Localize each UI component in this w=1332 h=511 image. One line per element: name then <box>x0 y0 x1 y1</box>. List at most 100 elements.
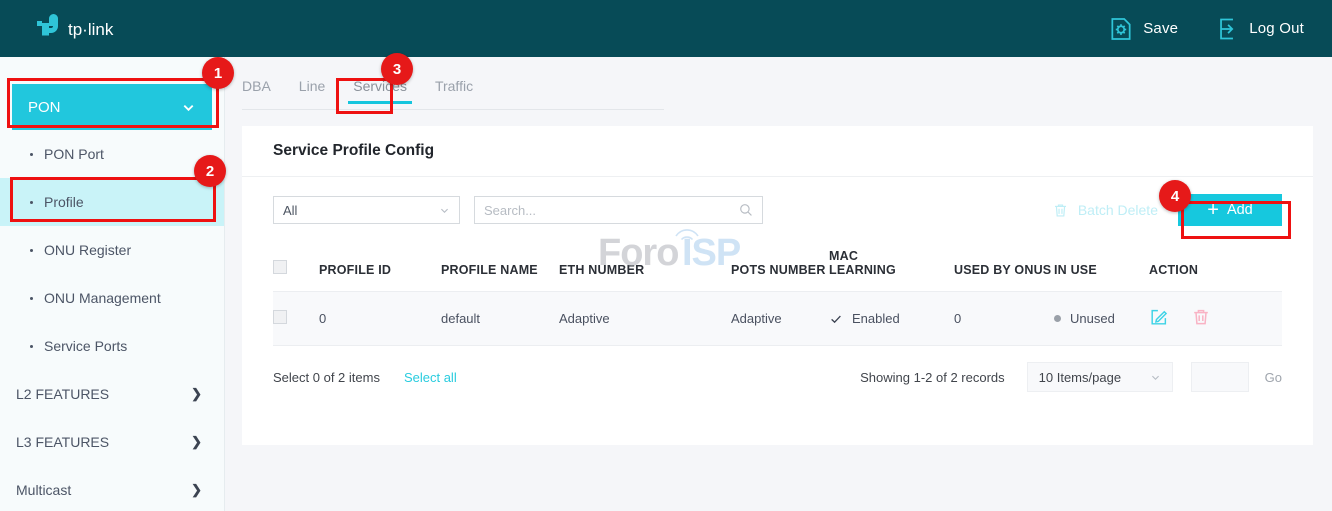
edit-pencil-icon <box>1149 307 1169 327</box>
bullet-icon <box>30 201 33 204</box>
search-box[interactable] <box>474 196 763 224</box>
select-all-header <box>273 243 319 292</box>
sidebar-item-onu-management[interactable]: ONU Management <box>0 274 224 322</box>
page-size-value: 10 Items/page <box>1039 370 1150 385</box>
tab-dba[interactable]: DBA <box>242 78 271 103</box>
col-profile-name: PROFILE NAME <box>441 243 559 292</box>
mac-learning-value: Enabled <box>852 311 900 326</box>
select-all-link[interactable]: Select all <box>404 370 457 385</box>
table-header-row: PROFILE ID PROFILE NAME ETH NUMBER POTS … <box>273 243 1282 292</box>
tplink-logo-icon: tp·link <box>32 14 142 44</box>
cell-pots-number: Adaptive <box>731 292 829 346</box>
col-pots-number: POTS NUMBER <box>731 243 829 292</box>
go-button[interactable]: Go <box>1265 370 1282 385</box>
row-select-cell <box>273 292 319 346</box>
logout-button[interactable]: Log Out <box>1214 16 1304 42</box>
check-icon <box>829 312 843 326</box>
chevron-down-icon <box>439 205 450 216</box>
bullet-icon <box>30 249 33 252</box>
search-icon <box>739 203 753 217</box>
selection-count: Select 0 of 2 items <box>273 370 380 385</box>
trash-icon <box>1191 307 1211 327</box>
col-in-use: IN USE <box>1054 243 1149 292</box>
header-actions: Save Log Out <box>1072 16 1304 42</box>
sidebar-item-pon-port[interactable]: PON Port <box>0 130 224 178</box>
save-gear-document-icon <box>1108 16 1134 42</box>
top-header-bar: tp·link tp-link Save Log Out <box>0 0 1332 57</box>
trash-icon <box>1052 202 1069 219</box>
sidebar-item-label: Profile <box>44 194 84 210</box>
add-button-label: Add <box>1227 202 1253 218</box>
edit-button[interactable] <box>1149 307 1169 330</box>
table-row: 0 default Adaptive Adaptive Enabled 0 <box>273 292 1282 346</box>
sidebar-group-multicast[interactable]: Multicast ❯ <box>0 466 224 511</box>
sidebar-item-label: ONU Register <box>44 242 131 258</box>
cell-profile-name: default <box>441 292 559 346</box>
status-badge: Unused <box>1070 311 1115 326</box>
chevron-right-icon: ❯ <box>191 386 202 402</box>
sidebar-group-label: L3 FEATURES <box>16 434 109 450</box>
chevron-right-icon: ❯ <box>191 482 202 498</box>
add-button[interactable]: + Add <box>1178 194 1282 226</box>
cell-used-by-onus: 0 <box>954 292 1054 346</box>
sidebar-item-profile[interactable]: Profile <box>0 178 224 226</box>
page-title: Service Profile Config <box>242 126 1313 177</box>
tplink-logo[interactable]: tp·link tp-link <box>32 14 142 44</box>
sidebar-group-pon-label: PON <box>28 99 181 116</box>
filter-select-value: All <box>283 203 439 218</box>
status-dot-icon <box>1054 315 1061 322</box>
sidebar-group-l2-features[interactable]: L2 FEATURES ❯ <box>0 370 224 418</box>
page-root: tp·link tp-link Save Log Out <box>0 0 1332 511</box>
filter-select[interactable]: All <box>273 196 460 224</box>
cell-in-use: Unused <box>1054 292 1149 346</box>
cell-action <box>1149 292 1282 346</box>
tab-line[interactable]: Line <box>299 78 325 103</box>
cell-eth-number: Adaptive <box>559 292 731 346</box>
col-action: ACTION <box>1149 243 1282 292</box>
sidebar-group-l3-features[interactable]: L3 FEATURES ❯ <box>0 418 224 466</box>
page-size-select[interactable]: 10 Items/page <box>1027 362 1173 392</box>
table-footer: Select 0 of 2 items Select all Showing 1… <box>242 346 1313 392</box>
sidebar-item-label: Service Ports <box>44 338 127 354</box>
delete-button[interactable] <box>1191 307 1211 330</box>
svg-text:tp·link: tp·link <box>68 20 114 39</box>
service-profile-table: PROFILE ID PROFILE NAME ETH NUMBER POTS … <box>273 243 1282 346</box>
bullet-icon <box>30 345 33 348</box>
search-input[interactable] <box>484 203 739 218</box>
logout-label: Log Out <box>1249 20 1304 37</box>
bullet-icon <box>30 153 33 156</box>
records-info: Showing 1-2 of 2 records <box>860 370 1005 385</box>
chevron-right-icon: ❯ <box>191 434 202 450</box>
chevron-down-icon <box>181 100 196 115</box>
chevron-down-icon <box>1150 372 1161 383</box>
tab-services[interactable]: Services <box>353 78 407 103</box>
table-toolbar: All Batch <box>242 177 1313 243</box>
cell-mac-learning: Enabled <box>829 292 954 346</box>
save-label: Save <box>1143 20 1178 37</box>
col-used-by-onus: USED BY ONUS <box>954 243 1054 292</box>
col-mac-learning: MAC LEARNING <box>829 243 954 292</box>
sidebar-group-label: L2 FEATURES <box>16 386 109 402</box>
sidebar-item-onu-register[interactable]: ONU Register <box>0 226 224 274</box>
logout-arrow-icon <box>1214 16 1240 42</box>
batch-delete-label: Batch Delete <box>1078 202 1158 218</box>
sidebar-group-pon[interactable]: PON <box>12 84 212 130</box>
cell-profile-id: 0 <box>319 292 441 346</box>
toolbar-actions: Batch Delete + Add <box>1052 194 1282 226</box>
tab-traffic[interactable]: Traffic <box>435 78 473 103</box>
sidebar-item-service-ports[interactable]: Service Ports <box>0 322 224 370</box>
pagination: Showing 1-2 of 2 records 10 Items/page G… <box>860 362 1282 392</box>
col-profile-id: PROFILE ID <box>319 243 441 292</box>
col-eth-number: ETH NUMBER <box>559 243 731 292</box>
sidebar: PON PON Port Profile ONU Register ONU Ma… <box>0 57 225 511</box>
sidebar-group-label: Multicast <box>16 482 71 498</box>
save-button[interactable]: Save <box>1108 16 1178 42</box>
page-number-input[interactable] <box>1191 362 1249 392</box>
batch-delete-button[interactable]: Batch Delete <box>1052 202 1158 219</box>
sidebar-item-label: PON Port <box>44 146 104 162</box>
row-checkbox[interactable] <box>273 310 287 324</box>
service-profile-card: Service Profile Config All <box>242 126 1313 445</box>
tab-bar: DBA Line Services Traffic <box>242 78 664 110</box>
plus-icon: + <box>1207 200 1219 220</box>
select-all-checkbox[interactable] <box>273 260 287 274</box>
